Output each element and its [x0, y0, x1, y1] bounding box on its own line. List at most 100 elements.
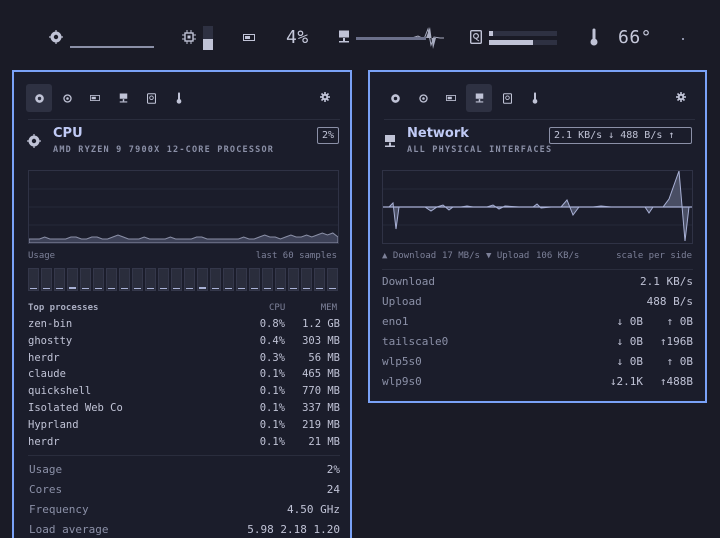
stat-value: 2%: [326, 463, 340, 476]
network-icon[interactable]: [338, 30, 350, 43]
interface-up: ↑ 0B: [666, 355, 694, 368]
process-mem: 219 MB: [302, 418, 340, 431]
core-usage-bar: [119, 268, 130, 291]
rate-row: Download 2.1 KB/s: [382, 275, 693, 291]
core-usage-bar: [327, 268, 338, 291]
panel-title: CPU: [53, 126, 83, 141]
process-name: herdr: [28, 435, 60, 448]
stat-label: Usage: [29, 463, 63, 476]
process-mem: 303 MB: [302, 334, 340, 347]
thermometer-icon: [176, 92, 182, 104]
legend-download: ▲ Download: [382, 251, 437, 261]
rate-label: Download: [382, 275, 435, 288]
interface-name: eno1: [382, 315, 409, 328]
stat-value: 4.50 GHz: [287, 503, 340, 516]
graph-left-label: Usage: [28, 251, 56, 261]
gear-icon: [320, 91, 330, 105]
core-usage-fill: [147, 288, 154, 289]
network-sparkline: [356, 25, 444, 51]
core-usage-fill: [121, 288, 128, 289]
tab-disk[interactable]: [494, 84, 520, 112]
core-usage-fill: [290, 288, 297, 289]
core-usage-fill: [82, 288, 89, 289]
interface-down: ↓ 0B: [616, 355, 644, 368]
core-usage-bar: [249, 268, 260, 291]
cpu-icon: [62, 93, 72, 103]
core-usage-bar: [171, 268, 182, 291]
settings-button[interactable]: [668, 84, 694, 112]
cpu-usage-badge: 2%: [317, 127, 340, 144]
tab-cpu[interactable]: [54, 84, 80, 112]
thermometer-icon[interactable]: [590, 28, 598, 46]
panel-subtitle: ALL PHYSICAL INTERFACES: [407, 145, 553, 155]
core-usage-fill: [173, 288, 180, 289]
core-usage-fill: [56, 288, 63, 289]
legend-scale-note: scale per side: [616, 251, 692, 261]
core-usage-fill: [277, 288, 284, 289]
gear-icon: [676, 91, 686, 105]
stat-row: Frequency 4.50 GHz: [29, 503, 340, 519]
core-usage-bar: [67, 268, 78, 291]
core-usage-bar: [132, 268, 143, 291]
overflow-dot[interactable]: [682, 38, 684, 40]
chip-icon[interactable]: [49, 30, 63, 44]
panel-title: Network: [407, 126, 469, 141]
process-mem: 21 MB: [308, 435, 340, 448]
core-usage-bar: [301, 268, 312, 291]
cpu-level-bar: [203, 26, 213, 50]
cpu-panel: CPU AMD RYZEN 9 7900X 12-CORE PROCESSOR …: [12, 70, 352, 538]
divider: [28, 455, 340, 456]
process-mem: 1.2 GB: [302, 318, 340, 330]
core-usage-bar: [158, 268, 169, 291]
tab-memory[interactable]: [438, 84, 464, 112]
core-usage-bar: [106, 268, 117, 291]
rate-value: 2.1 KB/s: [640, 275, 693, 288]
legend-download-scale: 17 MB/s: [442, 251, 480, 261]
disk-bar-2: [489, 40, 557, 45]
cpu-icon[interactable]: [182, 30, 196, 44]
core-usage-bar: [80, 268, 91, 291]
settings-button[interactable]: [312, 84, 338, 112]
cpu-icon: [418, 93, 428, 103]
process-name: Hyprland: [28, 418, 79, 431]
interface-down: ↓2.1K: [609, 375, 643, 388]
panel-subtitle: AMD RYZEN 9 7900X 12-CORE PROCESSOR: [53, 145, 275, 155]
disk-icon: [502, 92, 512, 104]
interface-row: eno1 ↓ 0B ↑ 0B: [382, 315, 693, 331]
process-name: herdr: [28, 351, 60, 364]
interface-up: ↑196B: [659, 335, 693, 348]
disk-icon[interactable]: [470, 30, 482, 44]
core-usage-fill: [43, 288, 50, 289]
cpu-sparkline: [70, 46, 154, 48]
tab-disk[interactable]: [138, 84, 164, 112]
process-mem: 465 MB: [302, 368, 340, 381]
tab-cpu-chip[interactable]: [26, 84, 52, 112]
disk-bar-1: [489, 31, 557, 36]
rate-label: Upload: [382, 295, 422, 308]
core-usage-bar: [28, 268, 39, 291]
process-cpu: 0.8%: [259, 318, 285, 330]
interface-row: wlp9s0 ↓2.1K ↑488B: [382, 375, 693, 391]
tab-temperature[interactable]: [166, 84, 192, 112]
memory-icon[interactable]: [243, 34, 255, 41]
chip-icon: [34, 93, 45, 104]
process-cpu: 0.1%: [259, 402, 285, 414]
tab-cpu[interactable]: [410, 84, 436, 112]
tab-network[interactable]: [110, 84, 136, 112]
tab-cpu-chip[interactable]: [382, 84, 408, 112]
interface-name: wlp5s0: [382, 355, 422, 368]
process-mem: 337 MB: [302, 402, 340, 414]
tab-temperature[interactable]: [522, 84, 548, 112]
core-usage-fill: [186, 288, 193, 289]
process-row: Isolated Web Co 0.1% 337 MB: [28, 402, 340, 416]
process-name: ghostty: [28, 334, 73, 347]
tab-network[interactable]: [466, 84, 492, 112]
divider: [384, 119, 695, 120]
core-usage-bar: [275, 268, 286, 291]
core-usage-fill: [238, 288, 245, 289]
cpu-usage-area: [29, 232, 338, 243]
core-usage-fill: [69, 287, 76, 289]
interface-down: ↓ 0B: [616, 335, 644, 348]
tab-memory[interactable]: [82, 84, 108, 112]
process-cpu: 0.1%: [259, 418, 285, 431]
